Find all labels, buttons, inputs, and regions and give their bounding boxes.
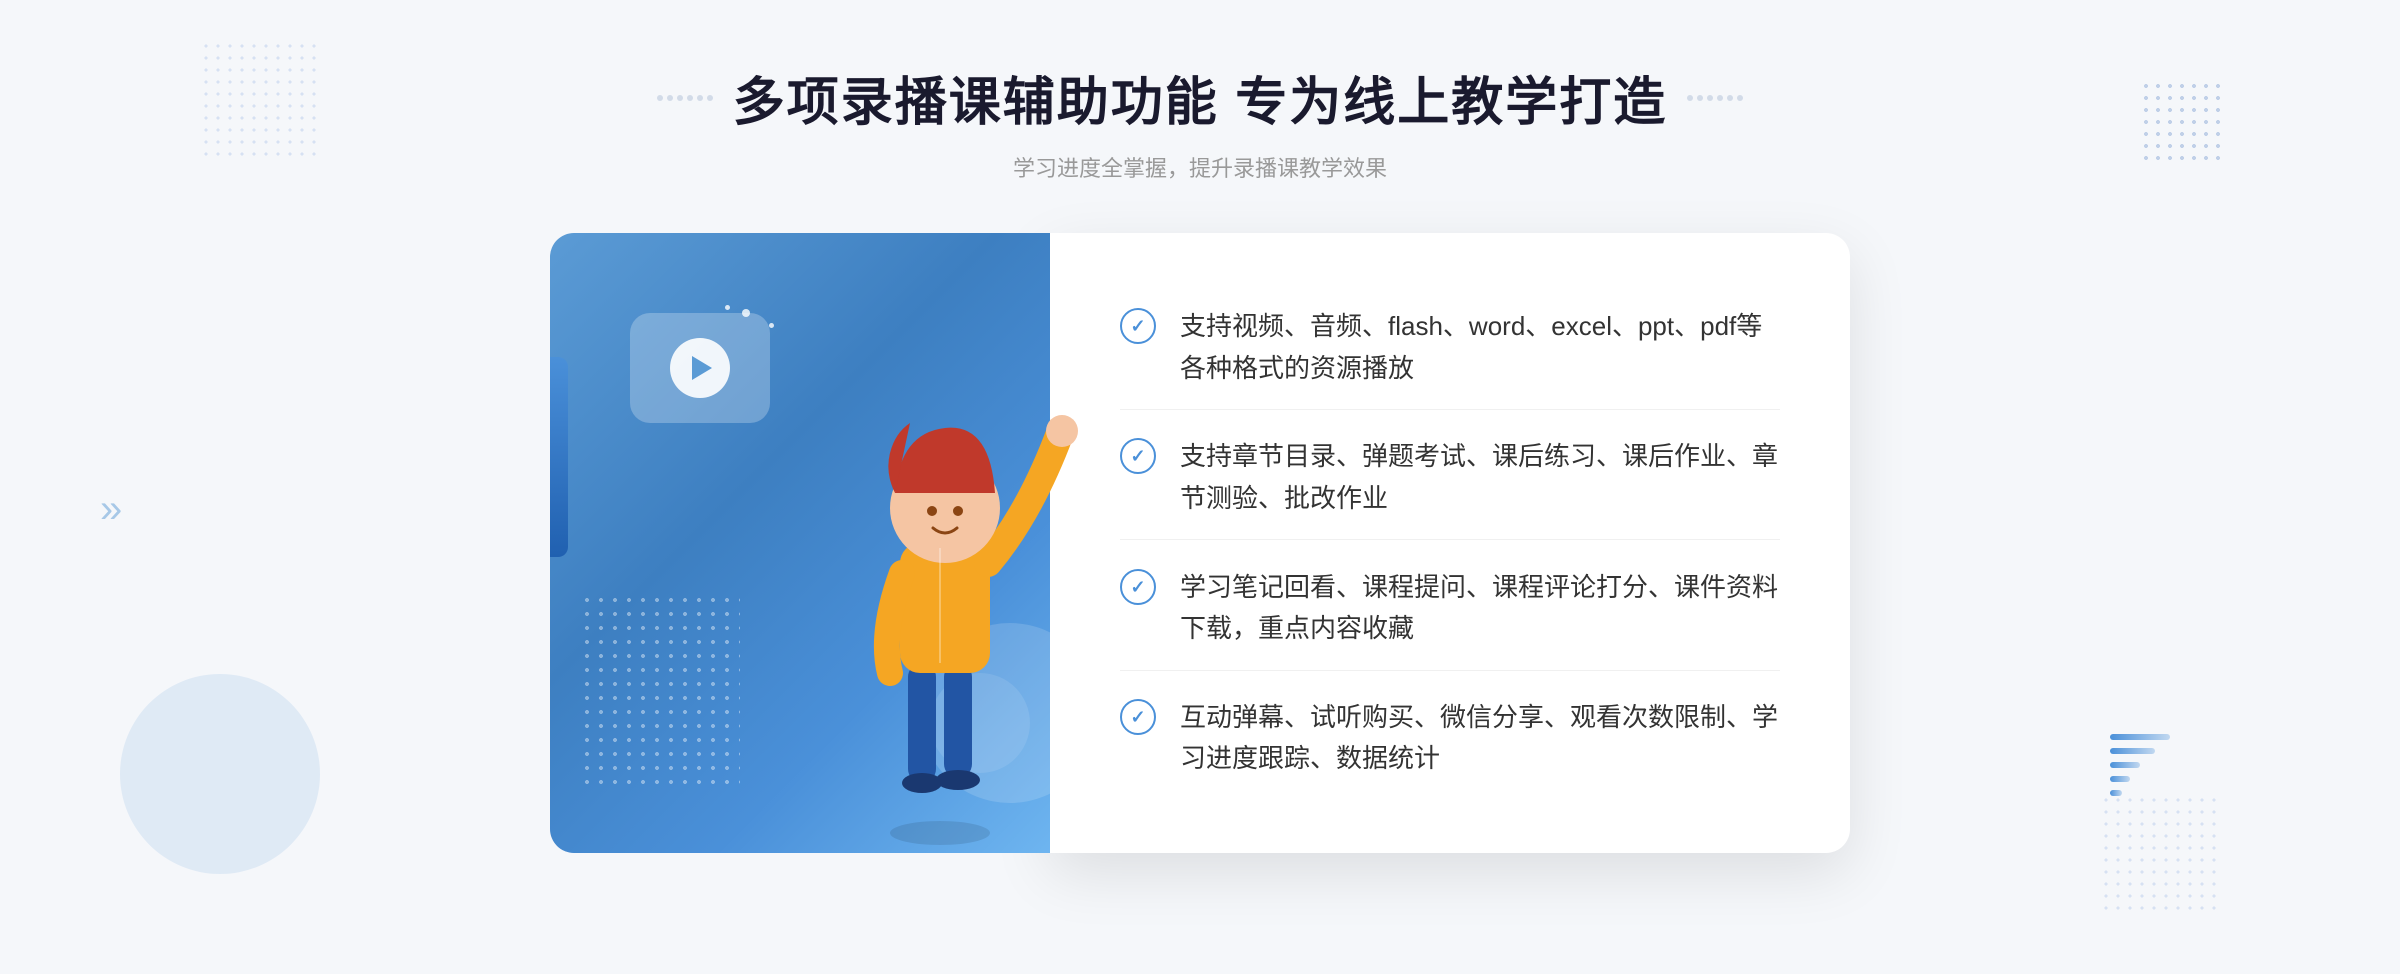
feature-item-2: ✓ 支持章节目录、弹题考试、课后练习、课后作业、章节测验、批改作业	[1120, 416, 1780, 540]
feature-text-2: 支持章节目录、弹题考试、课后练习、课后作业、章节测验、批改作业	[1180, 436, 1780, 519]
check-icon-4: ✓	[1120, 699, 1156, 735]
right-decoration	[1687, 95, 1743, 101]
feature-item-3: ✓ 学习笔记回看、课程提问、课程评论打分、课件资料下载，重点内容收藏	[1120, 547, 1780, 671]
sparkle-3	[725, 305, 730, 310]
feature-text-4: 互动弹幕、试听购买、微信分享、观看次数限制、学习进度跟踪、数据统计	[1180, 697, 1780, 780]
right-dot-pattern	[2140, 80, 2220, 160]
person-svg	[800, 353, 1080, 853]
play-triangle-icon	[692, 356, 712, 380]
feature-text-3: 学习笔记回看、课程提问、课程评论打分、课件资料下载，重点内容收藏	[1180, 567, 1780, 650]
stripe-4	[2110, 776, 2130, 782]
stripe-2	[2110, 748, 2155, 754]
features-card: ✓ 支持视频、音频、flash、word、excel、ppt、pdf等各种格式的…	[1050, 233, 1850, 853]
feature-item-4: ✓ 互动弹幕、试听购买、微信分享、观看次数限制、学习进度跟踪、数据统计	[1120, 677, 1780, 800]
stripe-3	[2110, 762, 2140, 768]
check-icon-2: ✓	[1120, 438, 1156, 474]
stripe-5	[2110, 790, 2122, 796]
illus-dot-pattern	[580, 593, 740, 793]
play-button	[670, 338, 730, 398]
sparkle-2	[769, 323, 774, 328]
stripe-deco	[2110, 734, 2170, 854]
left-decoration	[657, 95, 713, 101]
chevron-left-icon: »	[100, 487, 122, 532]
main-title: 多项录播课辅助功能 专为线上教学打造	[733, 60, 1667, 135]
feature-item-1: ✓ 支持视频、音频、flash、word、excel、ppt、pdf等各种格式的…	[1120, 286, 1780, 410]
illustration-card	[550, 233, 1050, 853]
big-circle-deco	[120, 674, 320, 874]
feature-text-1: 支持视频、音频、flash、word、excel、ppt、pdf等各种格式的资源…	[1180, 306, 1780, 389]
stripe-1	[2110, 734, 2170, 740]
page-wrapper: 多项录播课辅助功能 专为线上教学打造 学习进度全掌握，提升录播课教学效果	[0, 0, 2400, 974]
header-section: 多项录播课辅助功能 专为线上教学打造 学习进度全掌握，提升录播课教学效果	[657, 60, 1743, 183]
play-bubble	[630, 313, 770, 423]
sparkle-1	[742, 309, 750, 317]
person-illustration	[800, 353, 1080, 853]
title-row: 多项录播课辅助功能 专为线上教学打造	[657, 60, 1743, 135]
check-icon-1: ✓	[1120, 308, 1156, 344]
sub-title: 学习进度全掌握，提升录播课教学效果	[657, 151, 1743, 183]
accent-bar	[550, 357, 568, 557]
check-icon-3: ✓	[1120, 569, 1156, 605]
bg-dot-pattern-1	[200, 40, 320, 160]
main-content: ✓ 支持视频、音频、flash、word、excel、ppt、pdf等各种格式的…	[500, 233, 1900, 853]
